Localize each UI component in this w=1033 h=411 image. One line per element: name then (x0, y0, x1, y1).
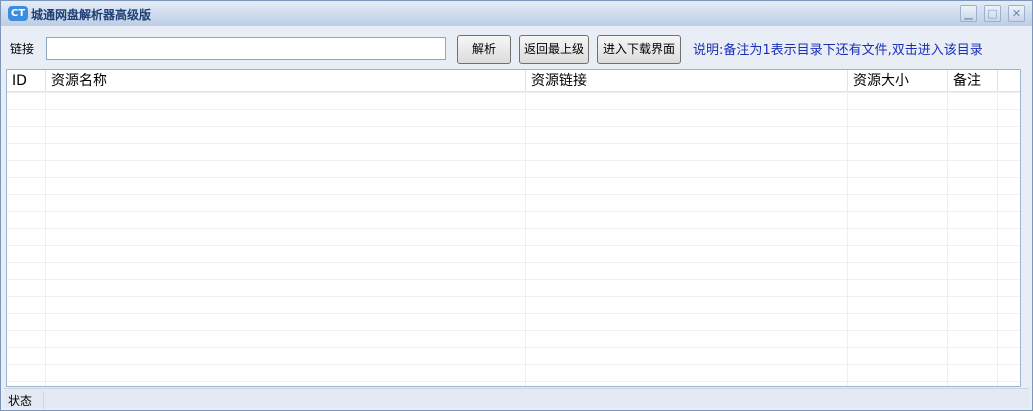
title-bar[interactable]: CT 城通网盘解析器高级版 ▁ □ ✕ (1, 1, 1032, 26)
link-input[interactable] (46, 37, 446, 60)
link-label: 链接 (10, 42, 35, 56)
minimize-button[interactable]: ▁ (960, 5, 977, 22)
back-to-top-button[interactable]: 返回最上级 (519, 35, 589, 64)
status-text: 状态 (8, 392, 44, 409)
grid-line (45, 92, 46, 386)
column-header-size[interactable]: 资源大小 (848, 70, 948, 92)
column-header-name[interactable]: 资源名称 (46, 70, 526, 92)
status-bar: 状态 (4, 388, 1029, 409)
main-window: CT 城通网盘解析器高级版 ▁ □ ✕ 链接 解析 返回最上级 进入下载界面 说… (0, 0, 1033, 411)
list-header: ID 资源名称 资源链接 资源大小 备注 (7, 70, 1020, 92)
grid-line (525, 92, 526, 386)
column-header-remark[interactable]: 备注 (948, 70, 998, 92)
window-title: 城通网盘解析器高级版 (31, 8, 152, 22)
instruction-note: 说明:备注为1表示目录下还有文件,双击进入该目录 (693, 43, 983, 58)
grid-line (847, 92, 848, 386)
resource-list[interactable]: ID 资源名称 资源链接 资源大小 备注 (6, 69, 1021, 387)
app-logo-icon: CT (8, 6, 28, 21)
column-header-link[interactable]: 资源链接 (526, 70, 848, 92)
parse-button[interactable]: 解析 (457, 35, 511, 64)
download-view-button[interactable]: 进入下载界面 (597, 35, 681, 64)
maximize-button[interactable]: □ (984, 5, 1001, 22)
column-header-id[interactable]: ID (7, 70, 46, 92)
grid-line (947, 92, 948, 386)
list-grid (7, 92, 1020, 386)
grid-line (997, 92, 998, 386)
close-button[interactable]: ✕ (1008, 5, 1025, 22)
